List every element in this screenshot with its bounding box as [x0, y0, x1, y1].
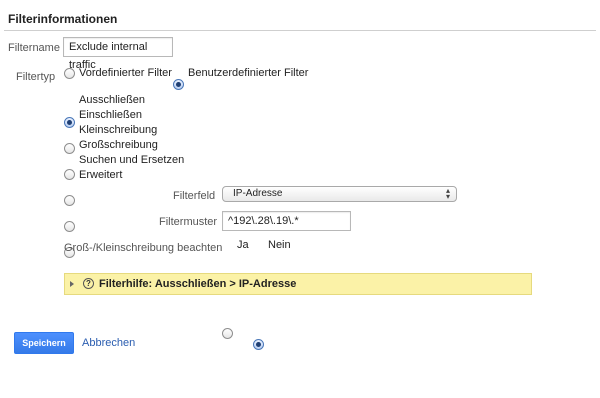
filter-help-bar[interactable]: ? Filterhilfe: Ausschließen > IP-Adresse [64, 273, 532, 295]
section-title: Filterinformationen [8, 12, 118, 26]
radio-label-nein: Nein [268, 239, 291, 251]
section-divider [4, 30, 596, 31]
radio-nein[interactable] [253, 339, 264, 350]
expand-triangle-icon[interactable] [70, 281, 74, 287]
filtermuster-input[interactable]: ^192\.28\.19\.* [222, 211, 351, 231]
case-sensitive-label: Groß-/Kleinschreibung beachten [64, 242, 223, 254]
cancel-link[interactable]: Abbrechen [82, 337, 135, 349]
radio-ja[interactable] [222, 328, 233, 339]
save-button[interactable]: Speichern [14, 332, 74, 354]
radio-einschliessen[interactable] [64, 143, 75, 154]
filtermuster-label: Filtermuster [159, 216, 218, 228]
radio-label-vordefinierter-filter: Vordefinierter Filter [79, 67, 172, 79]
filter-help-text: Filterhilfe: Ausschließen > IP-Adresse [99, 278, 297, 290]
radio-label-erweitert: Erweitert [79, 169, 123, 181]
filtertyp-label: Filtertyp [16, 71, 56, 83]
filtername-input[interactable]: Exclude internal traffic [63, 37, 173, 71]
radio-label-benutzerdefinierter-filter: Benutzerdefinierter Filter [188, 67, 309, 79]
filterfeld-label: Filterfeld [173, 190, 216, 202]
radio-grossschreibung[interactable] [64, 195, 75, 206]
filtername-label: Filtername [8, 42, 60, 54]
radio-benutzerdefinierter-filter[interactable] [173, 79, 184, 90]
radio-ausschliessen[interactable] [64, 117, 75, 128]
radio-label-ja: Ja [237, 239, 249, 251]
radio-label-einschliessen: Einschließen [79, 109, 142, 121]
help-icon: ? [83, 278, 94, 289]
radio-kleinschreibung[interactable] [64, 169, 75, 180]
radio-suchen-und-ersetzen[interactable] [64, 221, 75, 232]
filterfeld-selected-value: IP-Adresse [233, 188, 283, 199]
radio-label-ausschliessen: Ausschließen [79, 94, 146, 106]
radio-label-kleinschreibung: Kleinschreibung [79, 124, 158, 136]
filterfeld-select[interactable]: IP-Adresse ▴ ▾ [222, 186, 457, 202]
radio-vordefinierter-filter[interactable] [64, 68, 75, 79]
radio-label-suchen-und-ersetzen: Suchen und Ersetzen [79, 154, 185, 166]
select-updown-icon: ▴ ▾ [445, 186, 450, 201]
radio-label-grossschreibung: Großschreibung [79, 139, 158, 151]
